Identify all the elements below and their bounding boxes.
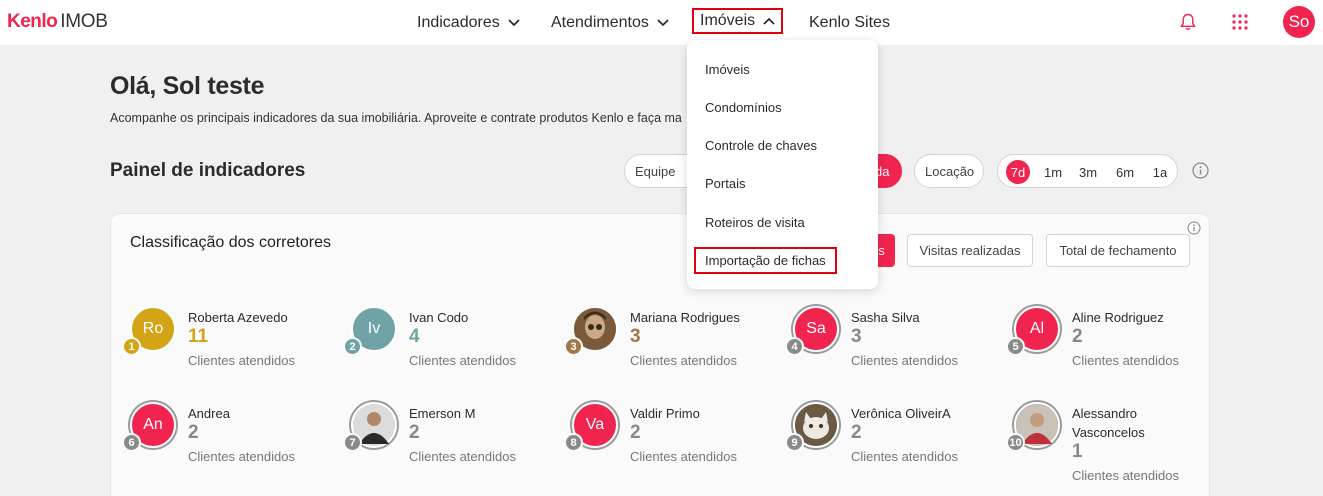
range-1m[interactable]: 1m: [1041, 160, 1065, 184]
agent-count-label: Clientes atendidos: [409, 353, 516, 368]
agent-name: Sasha Silva: [851, 310, 920, 325]
agent-count-label: Clientes atendidos: [188, 449, 295, 464]
logo-brand: Kenlo: [7, 11, 58, 32]
agent-card[interactable]: 10 Alessandro Vasconcelos 1 Clientes ate…: [1006, 402, 1224, 492]
agent-count: 2: [1072, 326, 1083, 347]
nav-indicadores[interactable]: Indicadores: [417, 14, 520, 32]
rank-badge: 1: [122, 337, 141, 356]
chevron-down-icon: [508, 19, 520, 27]
agent-count-label: Clientes atendidos: [630, 353, 737, 368]
agent-count: 4: [409, 326, 420, 347]
nav-atendimentos-label: Atendimentos: [551, 14, 649, 31]
agent-card[interactable]: 3 Mariana Rodrigues 3 Clientes atendidos: [564, 306, 782, 396]
chevron-up-icon: [763, 17, 775, 25]
agent-count: 2: [851, 422, 862, 443]
nav-imoveis-label: Imóveis: [700, 12, 756, 29]
agent-card[interactable]: Al 5 Aline Rodriguez 2 Clientes atendido…: [1006, 306, 1224, 396]
agent-name: Andrea: [188, 406, 230, 421]
menu-item-portais[interactable]: Portais: [705, 176, 745, 191]
agent-card[interactable]: Sa 4 Sasha Silva 3 Clientes atendidos: [785, 306, 1003, 396]
range-3m[interactable]: 3m: [1076, 160, 1100, 184]
agent-count-label: Clientes atendidos: [188, 353, 295, 368]
tab-total-fechamento[interactable]: Total de fechamento: [1046, 234, 1190, 267]
agent-name: Emerson M: [409, 406, 476, 421]
chevron-down-icon: [657, 19, 669, 27]
rank-badge: 5: [1006, 337, 1025, 356]
nav-atendimentos[interactable]: Atendimentos: [551, 14, 669, 32]
agent-card[interactable]: Iv 2 Ivan Codo 4 Clientes atendidos: [343, 306, 561, 396]
range-7d[interactable]: 7d: [1006, 160, 1030, 184]
rank-badge: 10: [1006, 433, 1025, 452]
agent-card[interactable]: 7 Emerson M 2 Clientes atendidos: [343, 402, 561, 492]
agent-count-label: Clientes atendidos: [851, 353, 958, 368]
rank-badge: 8: [564, 433, 583, 452]
user-avatar[interactable]: So: [1283, 6, 1315, 38]
rank-badge: 4: [785, 337, 804, 356]
menu-item-controle-chaves[interactable]: Controle de chaves: [705, 138, 817, 153]
agent-card[interactable]: Va 8 Valdir Primo 2 Clientes atendidos: [564, 402, 782, 492]
range-6m[interactable]: 6m: [1113, 160, 1137, 184]
agent-card[interactable]: An 6 Andrea 2 Clientes atendidos: [122, 402, 340, 492]
agent-count: 1: [1072, 441, 1083, 462]
rank-badge: 3: [564, 337, 583, 356]
agent-count-label: Clientes atendidos: [630, 449, 737, 464]
agent-card[interactable]: Ro 1 Roberta Azevedo 11 Clientes atendid…: [122, 306, 340, 396]
agent-name: Ivan Codo: [409, 310, 469, 325]
period-selector: 7d 1m 3m 6m 1a: [997, 154, 1178, 188]
agent-name: Valdir Primo: [630, 406, 700, 421]
apps-grid-icon[interactable]: [1232, 14, 1248, 30]
nav-imoveis[interactable]: Imóveis: [692, 8, 784, 34]
rent-filter-button[interactable]: Locação: [914, 154, 984, 188]
agent-card[interactable]: 9 Verônica OliveirA 2 Clientes atendidos: [785, 402, 1003, 492]
rent-filter-label: Locação: [925, 163, 975, 179]
rank-badge: 2: [343, 337, 362, 356]
rank-badge: 7: [343, 433, 362, 452]
agent-count: 3: [851, 326, 862, 347]
menu-item-importacao-fichas[interactable]: Importação de fichas: [694, 247, 837, 274]
agent-name: Mariana Rodrigues: [630, 310, 740, 325]
nav-kenlo-sites[interactable]: Kenlo Sites: [809, 14, 890, 32]
bell-icon[interactable]: [1180, 13, 1196, 31]
rank-badge: 9: [785, 433, 804, 452]
menu-item-imoveis[interactable]: Imóveis: [705, 62, 750, 77]
card-info-icon[interactable]: [1187, 221, 1201, 235]
agent-count: 2: [409, 422, 420, 443]
top-bar: Kenlo IMOB Indicadores Atendimentos Imóv…: [0, 0, 1323, 45]
agent-name: Roberta Azevedo: [188, 310, 288, 325]
agent-name: Verônica OliveirA: [851, 406, 951, 421]
range-1a[interactable]: 1a: [1148, 160, 1172, 184]
kenlo-logo[interactable]: Kenlo IMOB: [7, 11, 108, 33]
panel-title: Painel de indicadores: [110, 160, 306, 181]
tab-visitas-realizadas[interactable]: Visitas realizadas: [907, 234, 1033, 267]
tab-clientes-label: s: [878, 243, 885, 258]
agent-count: 2: [188, 422, 199, 443]
agent-count-label: Clientes atendidos: [409, 449, 516, 464]
info-icon[interactable]: [1192, 162, 1209, 179]
greeting-subtitle: Acompanhe os principais indicadores da s…: [110, 111, 682, 125]
rank-badge: 6: [122, 433, 141, 452]
nav-indicadores-label: Indicadores: [417, 14, 500, 31]
tab-fechamento-label: Total de fechamento: [1059, 243, 1177, 258]
agent-count: 3: [630, 326, 641, 347]
menu-item-roteiros-visita[interactable]: Roteiros de visita: [705, 215, 805, 230]
imoveis-dropdown-menu: Imóveis Condomínios Controle de chaves P…: [687, 40, 878, 289]
tab-visitas-label: Visitas realizadas: [919, 243, 1021, 258]
agent-name: Aline Rodriguez: [1072, 310, 1164, 325]
agent-count-label: Clientes atendidos: [1072, 353, 1179, 368]
greeting-title: Olá, Sol teste: [110, 72, 265, 100]
menu-item-condominios[interactable]: Condomínios: [705, 100, 782, 115]
agent-count-label: Clientes atendidos: [1072, 468, 1179, 483]
agent-count: 11: [188, 326, 209, 347]
agent-count: 2: [630, 422, 641, 443]
nav-kenlo-sites-label: Kenlo Sites: [809, 14, 890, 31]
logo-product: IMOB: [60, 11, 108, 32]
agent-count-label: Clientes atendidos: [851, 449, 958, 464]
team-filter-label: Equipe: [635, 163, 676, 179]
ranking-title: Classificação dos corretores: [130, 234, 331, 251]
agent-name: Alessandro Vasconcelos: [1072, 406, 1145, 440]
